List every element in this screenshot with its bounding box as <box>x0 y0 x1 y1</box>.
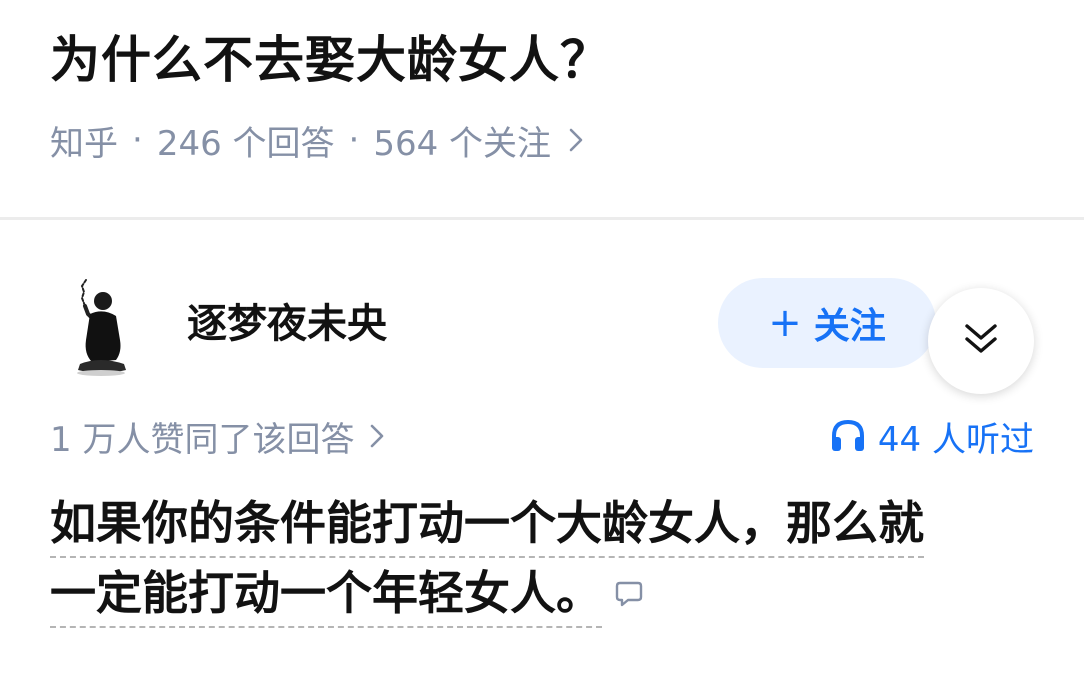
chevron-right-icon <box>569 128 583 152</box>
answer-line: 一定能打动一个年轻女人。 <box>50 566 602 628</box>
collapse-button[interactable] <box>928 288 1034 394</box>
voteup-text: 1 万人赞同了该回答 <box>50 419 355 460</box>
listen-count: 44 人听过 <box>877 419 1034 460</box>
headphones-icon <box>830 419 866 453</box>
section-divider <box>0 217 1084 220</box>
source-label: 知乎 <box>50 123 118 164</box>
voteup-link[interactable]: 1 万人赞同了该回答 <box>50 412 384 460</box>
double-chevron-down-icon <box>963 322 999 360</box>
author-avatar[interactable] <box>70 278 132 380</box>
meta-separator: · <box>132 120 143 160</box>
answer-line: 如果你的条件能打动一个大龄女人，那么就 <box>50 496 924 558</box>
author-name[interactable]: 逐梦夜未央 <box>187 300 387 348</box>
question-meta[interactable]: 知乎 · 246 个回答 · 564 个关注 <box>50 116 583 164</box>
comment-bubble-icon[interactable] <box>614 558 644 628</box>
follow-label: 关注 <box>813 306 886 347</box>
chevron-right-icon <box>370 424 384 448</box>
question-title[interactable]: 为什么不去娶大龄女人？ <box>50 30 611 90</box>
followers-count: 564 个关注 <box>373 123 552 164</box>
follow-button[interactable]: + 关注 <box>718 278 936 368</box>
answers-count: 246 个回答 <box>156 123 335 164</box>
answer-content[interactable]: 如果你的条件能打动一个大龄女人，那么就 一定能打动一个年轻女人。 <box>50 488 1040 628</box>
plus-icon: + <box>768 300 802 346</box>
listen-button[interactable]: 44 人听过 <box>830 412 1034 460</box>
meta-separator: · <box>348 120 360 160</box>
